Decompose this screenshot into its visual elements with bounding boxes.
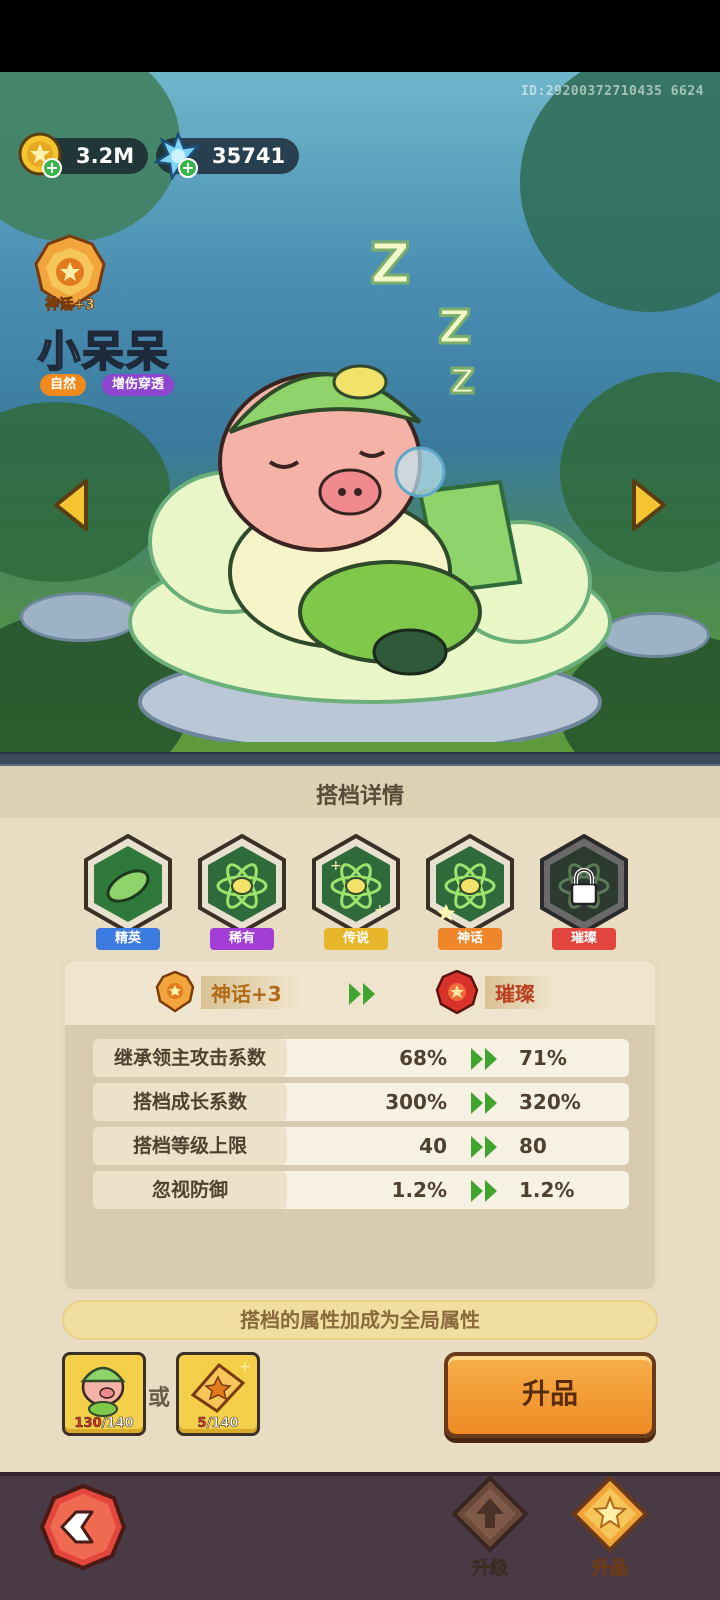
panel-title: 搭档详情 — [315, 784, 404, 809]
rank-up-nav-button[interactable]: 升品 — [562, 1475, 658, 1586]
stat-next-value: 80 — [519, 1134, 547, 1158]
universal-shard-icon: + — [190, 1359, 251, 1413]
stat-next-value: 71% — [519, 1046, 567, 1070]
stat-current-value: 68% — [399, 1046, 447, 1070]
mythic-tier-icon — [426, 834, 514, 934]
partner-details-panel: 搭档详情 精英 稀有 + + 传说 神话 璀璨 神话+3 璀璨 继承领主攻击系数… — [0, 766, 720, 1472]
add-gold-icon[interactable]: + — [42, 158, 62, 178]
gold-amount: 3.2M — [76, 144, 135, 168]
tier-radiant[interactable]: 璀璨 — [536, 834, 632, 954]
stat-next-value: 320% — [519, 1090, 581, 1114]
gem-amount: 35741 — [212, 144, 286, 168]
sleeping-pig-hero-illustration — [128, 364, 612, 742]
rank-up-nav-label: 升品 — [592, 1558, 629, 1580]
global-attribute-note: 搭档的属性加成为全局属性 — [62, 1300, 658, 1340]
elite-tier-icon — [84, 834, 172, 934]
mythic-rank-icon — [155, 971, 195, 1013]
shard-required: /140 — [101, 1416, 134, 1432]
stat-name: 继承领主攻击系数 — [93, 1039, 287, 1077]
increase-arrow-icon — [471, 1180, 497, 1202]
stat-row: 忽视防御 1.2% 1.2% — [93, 1171, 629, 1209]
level-up-icon — [451, 1475, 529, 1553]
tier-rare[interactable]: 稀有 — [194, 834, 290, 954]
add-gems-icon[interactable]: + — [178, 158, 198, 178]
tier-label: 传说 — [324, 928, 388, 950]
radiant-rank-icon — [435, 970, 479, 1014]
upgrade-arrow-icon — [349, 983, 375, 1005]
next-rank-label: 璀璨 — [485, 975, 553, 1009]
stat-name: 忽视防御 — [93, 1171, 287, 1209]
tier-legendary[interactable]: + + 传说 — [308, 834, 404, 954]
rank-label: 神话+3 — [45, 297, 95, 314]
rare-tier-icon — [198, 834, 286, 934]
increase-arrow-icon — [471, 1092, 497, 1114]
current-rank-label: 神话+3 — [201, 975, 300, 1009]
tier-label: 神话 — [438, 928, 502, 950]
or-separator: 或 — [148, 1386, 171, 1411]
stat-row: 搭档成长系数 300% 320% — [93, 1083, 629, 1121]
player-id: ID:29200372710435 6624 — [520, 84, 704, 99]
stat-current-value: 1.2% — [391, 1178, 447, 1202]
stat-row: 搭档等级上限 40 80 — [93, 1127, 629, 1165]
svg-text:+: + — [374, 902, 386, 918]
hero-scene: ID:29200372710435 6624 + 3.2M + 35741 神话… — [0, 72, 720, 752]
stat-row: 继承领主攻击系数 68% 71% — [93, 1039, 629, 1077]
hero-shard-material[interactable]: 130/140 — [62, 1352, 146, 1436]
back-arrow-icon[interactable] — [40, 1484, 126, 1570]
sleep-z-icon: Z — [436, 299, 472, 356]
radiant-tier-locked-icon — [540, 834, 628, 934]
shard-owned: 130 — [74, 1416, 102, 1432]
pig-shard-icon — [80, 1366, 126, 1417]
stat-current-value: 300% — [385, 1090, 447, 1114]
previous-hero-arrow-icon[interactable] — [52, 477, 92, 533]
rank-comparison-box: 神话+3 璀璨 继承领主攻击系数 68% 71% 搭档成长系数 300% 320… — [62, 958, 658, 1292]
sleep-z-icon: Z — [449, 361, 477, 404]
element-tag: 自然 — [40, 374, 87, 396]
shard-count: 130/140 — [65, 1416, 143, 1432]
stat-name: 搭档等级上限 — [93, 1127, 287, 1165]
increase-arrow-icon — [471, 1136, 497, 1158]
panel-divider — [0, 752, 720, 766]
tier-mythic[interactable]: 神话 — [422, 834, 518, 954]
universal-shard-material[interactable]: + 5/140 — [176, 1352, 260, 1436]
gem-counter[interactable]: + 35741 — [154, 132, 300, 180]
status-bar — [0, 0, 720, 72]
universal-shard-owned: 5 — [197, 1416, 207, 1432]
level-up-nav-label: 升级 — [472, 1558, 509, 1580]
tier-label: 璀璨 — [552, 928, 616, 950]
stat-name: 搭档成长系数 — [93, 1083, 287, 1121]
next-hero-arrow-icon[interactable] — [628, 477, 668, 533]
foliage — [520, 72, 720, 312]
bottom-nav-bar: 升级 升品 — [0, 1472, 720, 1600]
tier-label: 精英 — [96, 928, 160, 950]
rank-up-star-icon — [571, 1475, 649, 1553]
svg-text:+: + — [239, 1359, 251, 1375]
level-up-nav-button[interactable]: 升级 — [442, 1475, 538, 1586]
comparison-header: 神话+3 璀璨 — [65, 961, 655, 1025]
stat-current-value: 40 — [419, 1134, 447, 1158]
legendary-tier-icon: + + — [312, 834, 400, 934]
tier-label: 稀有 — [210, 928, 274, 950]
rank-up-button[interactable]: 升品 — [444, 1352, 656, 1438]
gold-counter[interactable]: + 3.2M — [18, 132, 149, 178]
rank-up-button-label: 升品 — [521, 1377, 578, 1410]
stat-next-value: 1.2% — [519, 1178, 575, 1202]
sleep-z-icon: Z — [369, 231, 413, 299]
universal-shard-required: /140 — [206, 1416, 239, 1432]
svg-text:+: + — [330, 858, 342, 874]
next-rank: 璀璨 — [435, 970, 553, 1014]
tier-elite[interactable]: 精英 — [80, 834, 176, 954]
current-rank: 神话+3 — [155, 971, 300, 1013]
universal-shard-count: 5/140 — [179, 1416, 257, 1432]
increase-arrow-icon — [471, 1048, 497, 1070]
